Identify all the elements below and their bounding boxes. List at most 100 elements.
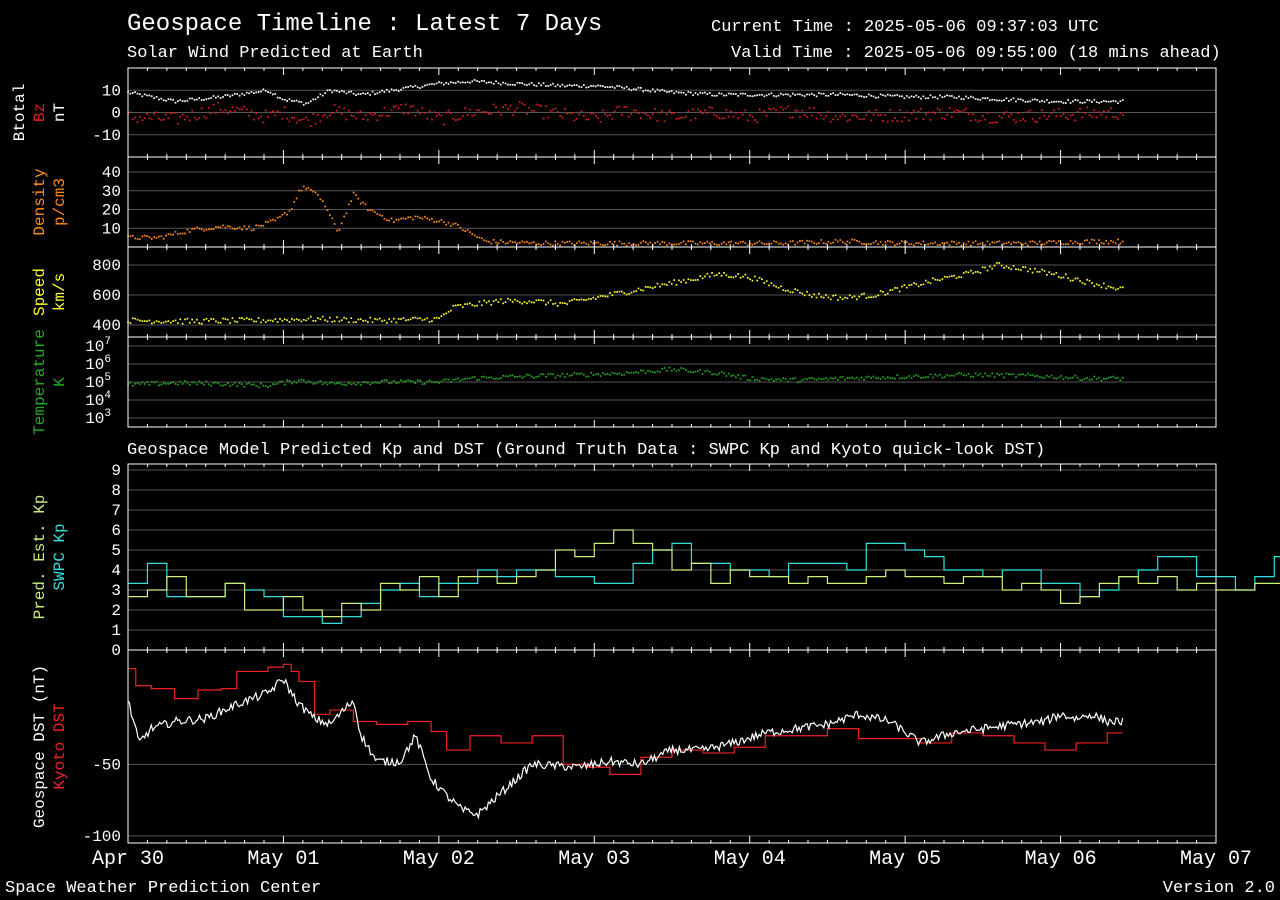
data-point [412, 380, 414, 383]
data-point [621, 290, 623, 293]
data-point [395, 104, 398, 107]
data-point [1072, 376, 1074, 379]
data-point [295, 318, 298, 320]
data-point [1107, 100, 1110, 103]
data-point [696, 278, 699, 281]
data-point [922, 95, 925, 98]
data-point [898, 242, 901, 245]
data-point [324, 205, 326, 208]
data-point [1064, 243, 1067, 246]
data-point [203, 229, 205, 232]
data-point [312, 98, 315, 101]
data-point [203, 98, 205, 101]
data-point [837, 118, 839, 121]
data-point [402, 317, 405, 319]
data-point [1048, 115, 1051, 118]
data-point [789, 116, 792, 119]
data-point [623, 373, 626, 376]
data-point [637, 112, 640, 115]
data-point [974, 271, 977, 273]
data-point [286, 117, 288, 120]
data-point [310, 125, 312, 127]
data-point [264, 109, 267, 112]
data-point [343, 90, 345, 93]
data-point [483, 80, 486, 82]
data-point [910, 95, 913, 98]
data-point [238, 317, 241, 319]
data-point [661, 283, 664, 286]
data-point [274, 383, 277, 386]
data-point [1041, 376, 1043, 379]
x-tick-label: May 06 [1025, 848, 1097, 871]
data-point [473, 304, 476, 307]
data-point [706, 369, 709, 372]
data-point [742, 374, 744, 377]
data-point [934, 241, 937, 244]
data-point [794, 109, 797, 112]
data-point [1031, 117, 1034, 120]
data-point [715, 243, 718, 246]
data-point [495, 106, 497, 108]
data-point [1069, 377, 1072, 379]
data-point [241, 108, 243, 111]
y-tick-label: 400 [92, 317, 121, 335]
data-point [894, 117, 896, 119]
data-point [977, 374, 979, 377]
data-point [521, 102, 523, 105]
data-point [231, 106, 234, 109]
data-point [196, 318, 198, 321]
data-point [215, 96, 217, 99]
data-point [219, 321, 222, 324]
data-point [924, 243, 927, 246]
data-point [559, 244, 561, 247]
data-point [564, 241, 566, 244]
data-point [535, 299, 538, 302]
data-point [530, 81, 533, 84]
data-point [1060, 375, 1062, 377]
data-point [1064, 376, 1067, 379]
data-point [913, 109, 915, 112]
data-point [592, 374, 595, 376]
data-point [775, 241, 778, 243]
data-point [894, 377, 896, 380]
data-point [642, 240, 645, 243]
data-point [587, 86, 590, 89]
data-point [685, 93, 687, 96]
data-point [865, 95, 868, 98]
data-point [328, 316, 331, 319]
data-point [219, 384, 222, 387]
data-point [146, 381, 148, 384]
data-point [763, 282, 766, 284]
data-point [644, 89, 647, 92]
data-point [1012, 97, 1015, 100]
data-point [727, 372, 730, 375]
data-point [272, 110, 274, 113]
data-point [1098, 284, 1100, 287]
data-point [492, 300, 495, 303]
data-point [480, 304, 483, 307]
data-point [423, 382, 426, 385]
data-point [193, 98, 196, 101]
data-point [207, 97, 210, 100]
data-point [1024, 101, 1027, 103]
data-point [385, 379, 388, 381]
data-point [955, 243, 958, 245]
data-point [846, 377, 849, 379]
data-point [274, 219, 277, 222]
data-point [438, 220, 440, 223]
data-point [181, 383, 184, 385]
data-point [293, 319, 296, 321]
data-point [245, 383, 248, 385]
data-point [737, 94, 740, 97]
data-point [561, 116, 564, 119]
data-point [381, 215, 383, 217]
data-point [139, 319, 141, 322]
data-point [863, 292, 865, 295]
data-point [1083, 377, 1086, 380]
data-point [884, 241, 887, 244]
data-point [630, 371, 633, 374]
data-point [810, 240, 813, 243]
data-point [421, 217, 424, 220]
data-point [749, 278, 751, 281]
data-point [288, 321, 291, 323]
